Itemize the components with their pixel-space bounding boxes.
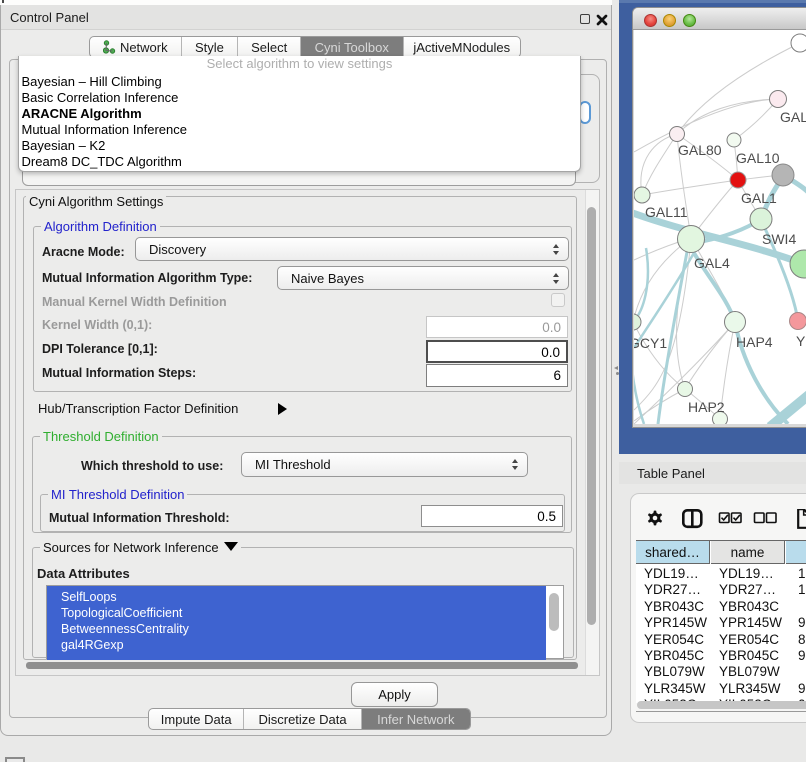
svg-text:GAL80: GAL80 xyxy=(678,142,722,158)
svg-text:Y: Y xyxy=(796,333,806,349)
svg-text:GAL1: GAL1 xyxy=(741,190,777,206)
svg-text:HAP4: HAP4 xyxy=(736,334,773,350)
svg-text:GAL: GAL xyxy=(780,109,806,125)
svg-text:GAL11: GAL11 xyxy=(645,204,688,220)
svg-text:SWI4: SWI4 xyxy=(762,231,796,247)
svg-text:GAL10: GAL10 xyxy=(736,150,780,166)
svg-text:GCY1: GCY1 xyxy=(634,335,667,351)
svg-text:GAL4: GAL4 xyxy=(694,255,730,271)
svg-text:HAP2: HAP2 xyxy=(688,399,725,415)
